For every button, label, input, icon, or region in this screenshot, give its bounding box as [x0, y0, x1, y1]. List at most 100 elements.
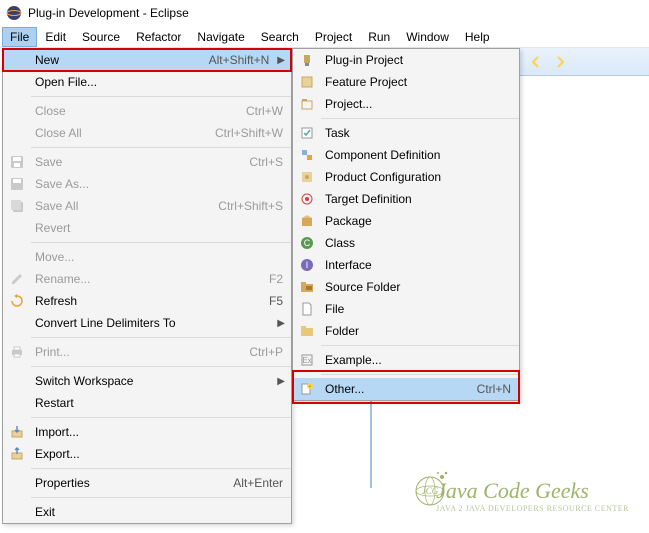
menu-separator — [321, 374, 519, 375]
svg-text:JCG: JCG — [422, 486, 439, 496]
save-as-icon — [3, 177, 31, 191]
file-icon — [293, 302, 321, 316]
file-menu-move[interactable]: Move... — [3, 246, 291, 268]
file-menu-exit[interactable]: Exit — [3, 501, 291, 523]
submenu-arrow-icon: ▶ — [277, 55, 291, 66]
plugin-project-icon — [293, 53, 321, 67]
new-submenu: Plug-in Project Feature Project Project.… — [292, 48, 520, 401]
task-icon — [293, 126, 321, 140]
new-source-folder[interactable]: Source Folder — [293, 276, 519, 298]
product-config-icon — [293, 170, 321, 184]
feature-project-icon — [293, 75, 321, 89]
import-icon — [3, 425, 31, 439]
new-folder[interactable]: Folder — [293, 320, 519, 342]
component-icon — [293, 148, 321, 162]
file-menu-restart[interactable]: Restart — [3, 392, 291, 414]
new-wizard-icon: + — [293, 382, 321, 396]
new-plugin-project[interactable]: Plug-in Project — [293, 49, 519, 71]
new-component-definition[interactable]: Component Definition — [293, 144, 519, 166]
file-menu-revert[interactable]: Revert — [3, 217, 291, 239]
menu-separator — [31, 417, 291, 418]
submenu-arrow-icon: ▶ — [277, 318, 291, 329]
forward-arrow-icon[interactable] — [550, 52, 570, 72]
new-package[interactable]: Package — [293, 210, 519, 232]
jcg-logo-icon: JCG — [406, 463, 454, 511]
new-class[interactable]: C Class — [293, 232, 519, 254]
new-feature-project[interactable]: Feature Project — [293, 71, 519, 93]
svg-text:+: + — [309, 384, 312, 390]
menu-separator — [31, 147, 291, 148]
new-task[interactable]: Task — [293, 122, 519, 144]
save-icon — [3, 155, 31, 169]
menu-separator — [31, 337, 291, 338]
menu-separator — [31, 96, 291, 97]
file-menu-close-all[interactable]: Close All Ctrl+Shift+W — [3, 122, 291, 144]
file-menu-save[interactable]: Save Ctrl+S — [3, 151, 291, 173]
watermark: Java Code Geeks Java 2 Java Developers R… — [436, 478, 629, 513]
svg-text:I: I — [306, 260, 309, 270]
print-icon — [3, 345, 31, 359]
watermark-title: Java Code Geeks — [436, 478, 589, 503]
menu-separator — [31, 242, 291, 243]
new-file[interactable]: File — [293, 298, 519, 320]
source-folder-icon — [293, 280, 321, 294]
file-menu-print[interactable]: Print... Ctrl+P — [3, 341, 291, 363]
menubar-project[interactable]: Project — [307, 27, 360, 47]
menubar-help[interactable]: Help — [457, 27, 498, 47]
new-interface[interactable]: I Interface — [293, 254, 519, 276]
file-menu-save-all[interactable]: Save All Ctrl+Shift+S — [3, 195, 291, 217]
submenu-arrow-icon: ▶ — [277, 376, 291, 387]
menubar-window[interactable]: Window — [398, 27, 457, 47]
titlebar: Plug-in Development - Eclipse — [0, 0, 649, 26]
rename-icon — [3, 272, 31, 286]
menubar: File Edit Source Refactor Navigate Searc… — [0, 26, 649, 48]
menu-separator — [321, 118, 519, 119]
file-menu-open-file[interactable]: Open File... — [3, 71, 291, 93]
file-menu-properties[interactable]: Properties Alt+Enter — [3, 472, 291, 494]
svg-text:Ex: Ex — [302, 356, 311, 365]
eclipse-icon — [6, 5, 22, 21]
new-other[interactable]: + Other... Ctrl+N — [293, 378, 519, 400]
refresh-icon — [3, 294, 31, 308]
menubar-search[interactable]: Search — [253, 27, 307, 47]
file-menu-rename[interactable]: Rename... F2 — [3, 268, 291, 290]
new-product-configuration[interactable]: Product Configuration — [293, 166, 519, 188]
back-arrow-icon[interactable] — [526, 52, 546, 72]
file-menu-refresh[interactable]: Refresh F5 — [3, 290, 291, 312]
menubar-run[interactable]: Run — [360, 27, 398, 47]
export-icon — [3, 447, 31, 461]
save-all-icon — [3, 199, 31, 213]
menubar-file[interactable]: File — [2, 27, 37, 47]
file-menu-import[interactable]: Import... — [3, 421, 291, 443]
file-menu: New Alt+Shift+N ▶ Open File... Close Ctr… — [2, 48, 292, 524]
menubar-source[interactable]: Source — [74, 27, 128, 47]
interface-icon: I — [293, 258, 321, 272]
file-menu-export[interactable]: Export... — [3, 443, 291, 465]
new-project[interactable]: Project... — [293, 93, 519, 115]
class-icon: C — [293, 236, 321, 250]
toolbar — [520, 48, 649, 76]
window-title: Plug-in Development - Eclipse — [28, 6, 189, 20]
watermark-subtitle: Java 2 Java Developers Resource Center — [436, 504, 629, 513]
svg-text:C: C — [304, 238, 311, 248]
file-menu-switch-workspace[interactable]: Switch Workspace ▶ — [3, 370, 291, 392]
file-menu-new[interactable]: New Alt+Shift+N ▶ — [3, 49, 291, 71]
target-icon — [293, 192, 321, 206]
new-example[interactable]: Ex Example... — [293, 349, 519, 371]
menu-separator — [31, 366, 291, 367]
menubar-navigate[interactable]: Navigate — [189, 27, 252, 47]
menu-separator — [321, 345, 519, 346]
menu-separator — [31, 497, 291, 498]
example-icon: Ex — [293, 353, 321, 367]
package-icon — [293, 214, 321, 228]
menubar-edit[interactable]: Edit — [37, 27, 74, 47]
file-menu-close[interactable]: Close Ctrl+W — [3, 100, 291, 122]
file-menu-convert-line-delimiters[interactable]: Convert Line Delimiters To ▶ — [3, 312, 291, 334]
new-target-definition[interactable]: Target Definition — [293, 188, 519, 210]
menu-separator — [31, 468, 291, 469]
menu-label: New — [31, 53, 209, 67]
menu-accel: Alt+Shift+N — [209, 53, 278, 67]
project-icon — [293, 97, 321, 111]
menubar-refactor[interactable]: Refactor — [128, 27, 189, 47]
file-menu-save-as[interactable]: Save As... — [3, 173, 291, 195]
